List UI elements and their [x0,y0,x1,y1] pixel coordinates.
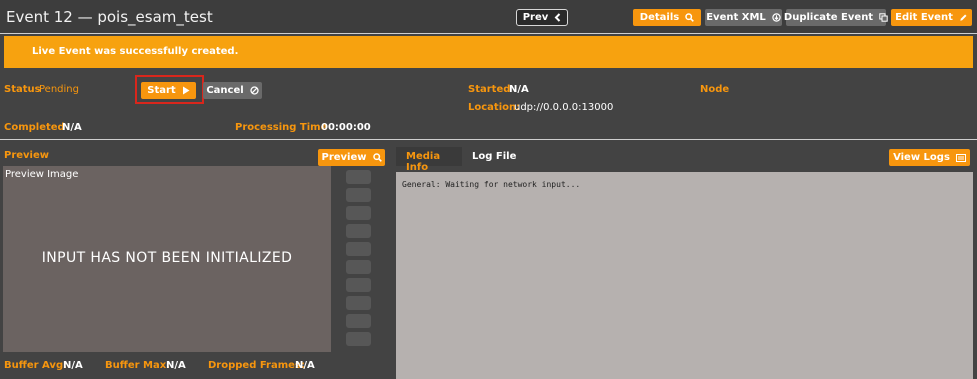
duplicate-event-button[interactable]: Duplicate Event [783,9,888,26]
tab-media-info-label: Media Info [406,151,441,173]
thumbnail[interactable] [346,242,371,256]
processing-time-label: Processing Time [235,122,328,133]
event-xml-button[interactable]: Event XML [705,9,782,26]
buffer-avg-value: N/A [63,360,83,371]
download-icon [772,13,781,22]
copy-icon [879,13,888,22]
search-icon [372,153,382,162]
preview-section-label: Preview [4,150,50,161]
started-value: N/A [509,84,529,95]
thumbnail[interactable] [346,224,371,238]
thumbnail[interactable] [346,278,371,292]
cancel-label: Cancel [206,85,244,96]
location-label: Location: [468,102,521,113]
prev-button[interactable]: Prev [516,9,568,26]
media-info-text: General: Waiting for network input... [402,180,581,189]
thumbnail[interactable] [346,188,371,202]
buffer-avg-label: Buffer Avg: [4,360,68,371]
thumbnail[interactable] [346,314,371,328]
status-value: Pending [39,84,79,95]
cancel-icon [250,86,259,95]
buffer-max-label: Buffer Max: [105,360,171,371]
success-banner: Live Event was successfully created. [4,36,973,68]
completed-value: N/A [62,122,82,133]
status-label: Status [4,84,41,95]
pencil-icon [959,13,968,22]
list-icon [955,153,966,162]
node-label: Node [700,84,730,95]
location-value: udp://0.0.0.0:13000 [514,102,614,113]
dropped-frames-label: Dropped Frames: [208,360,305,371]
thumbnail[interactable] [346,332,371,346]
edit-event-label: Edit Event [895,12,953,23]
page-title: Event 12 — pois_esam_test [6,8,213,26]
preview-button[interactable]: Preview [318,149,385,166]
media-info-panel: General: Waiting for network input... [396,172,973,379]
chevron-left-icon [554,13,561,22]
processing-time-value: 00:00:00 [321,122,371,133]
buffer-max-value: N/A [166,360,186,371]
thumbnail[interactable] [346,170,371,184]
search-icon [685,13,695,22]
preview-image: Preview Image INPUT HAS NOT BEEN INITIAL… [3,166,331,352]
dropped-frames-value: N/A [295,360,315,371]
start-label: Start [147,85,176,96]
header-divider [0,33,977,34]
edit-event-button[interactable]: Edit Event [891,9,972,26]
cancel-button[interactable]: Cancel [203,82,262,99]
view-logs-label: View Logs [893,152,950,163]
thumbnail[interactable] [346,296,371,310]
completed-label: Completed [4,122,65,133]
thumbnail[interactable] [346,206,371,220]
banner-message: Live Event was successfully created. [32,46,239,57]
prev-label: Prev [522,12,549,23]
preview-button-label: Preview [321,152,367,163]
tab-log-file[interactable]: Log File [472,151,516,162]
details-button[interactable]: Details [633,9,701,26]
start-button[interactable]: Start [141,82,196,99]
started-label: Started [468,84,511,95]
preview-status-message: INPUT HAS NOT BEEN INITIALIZED [41,250,293,266]
play-icon [182,86,190,95]
header-bar: Event 12 — pois_esam_test Prev Details E… [0,0,977,34]
section-divider [0,139,977,140]
preview-image-label: Preview Image [5,169,79,180]
details-label: Details [639,12,680,23]
event-xml-label: Event XML [706,12,766,23]
tab-media-info[interactable]: Media Info [396,147,462,173]
duplicate-event-label: Duplicate Event [783,12,874,23]
view-logs-button[interactable]: View Logs [889,149,970,166]
thumbnail[interactable] [346,260,371,274]
